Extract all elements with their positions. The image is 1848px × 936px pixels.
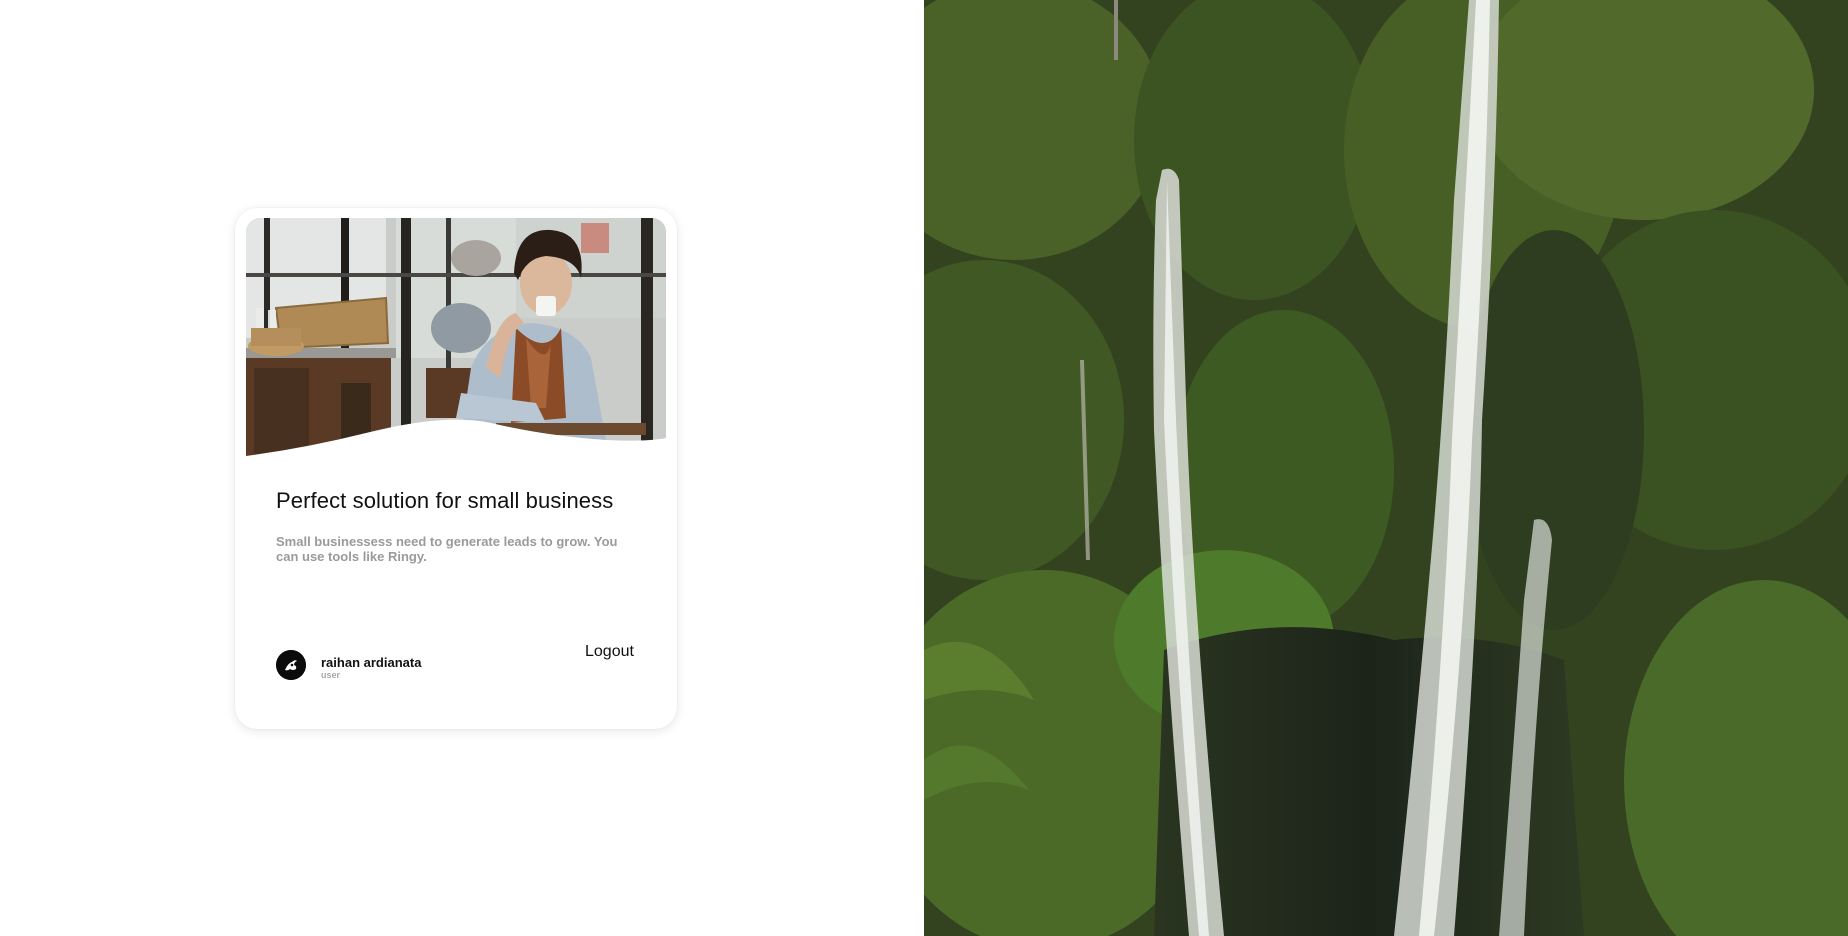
article-card: Perfect solution for small business Smal… (235, 208, 677, 729)
card-description: Small businessess need to generate leads… (276, 534, 618, 564)
card-title: Perfect solution for small business (276, 488, 614, 513)
waterfall-background (924, 0, 1848, 936)
left-pane: Perfect solution for small business Smal… (0, 0, 924, 936)
avatar-logo-icon (276, 650, 306, 680)
card-image (246, 218, 666, 468)
author-name: raihan ardianata (321, 655, 422, 670)
logout-button[interactable]: Logout (585, 643, 634, 661)
waterfall-photo (924, 0, 1848, 936)
avatar (276, 650, 306, 680)
cafe-photo (246, 218, 666, 468)
author-role: user (321, 670, 341, 680)
